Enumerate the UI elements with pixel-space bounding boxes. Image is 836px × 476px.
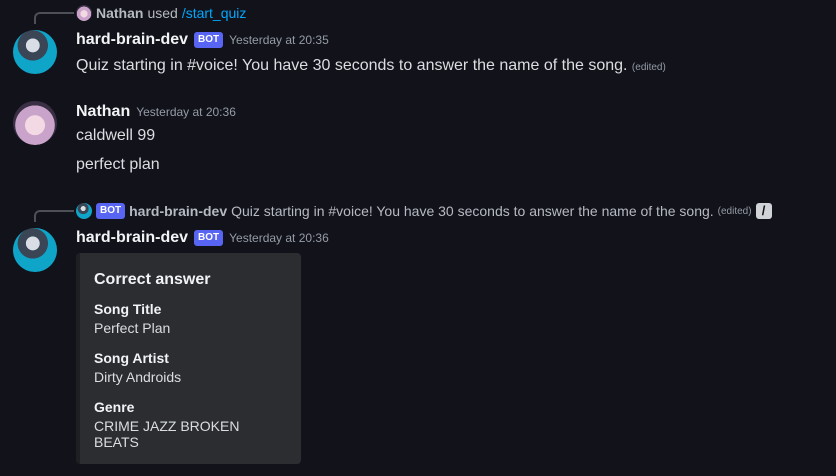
author-name[interactable]: hard-brain-dev bbox=[76, 229, 188, 247]
reply-preview[interactable]: Nathan used /start_quiz bbox=[76, 5, 246, 21]
field-value: Dirty Androids bbox=[94, 369, 182, 385]
field-name: Genre bbox=[94, 399, 135, 415]
embed: Correct answer Song Title Perfect Plan S… bbox=[76, 253, 301, 464]
timestamp: Yesterday at 20:36 bbox=[229, 231, 329, 245]
author-name[interactable]: Nathan bbox=[76, 103, 130, 121]
command-link[interactable]: /start_quiz bbox=[182, 5, 247, 21]
field-value: Perfect Plan bbox=[94, 320, 171, 336]
edited-label: (edited) bbox=[717, 205, 752, 217]
reply-spine bbox=[34, 12, 74, 24]
reply-text: Quiz starting in #voice! You have 30 sec… bbox=[231, 203, 714, 219]
bot-badge: BOT bbox=[194, 32, 224, 48]
slash-command-icon: / bbox=[755, 203, 772, 219]
avatar[interactable] bbox=[13, 101, 57, 145]
reply-author[interactable]: Nathan bbox=[96, 5, 143, 21]
message-content: Quiz starting in #voice! You have 30 sec… bbox=[76, 57, 666, 75]
reply-used: used bbox=[147, 5, 178, 21]
timestamp: Yesterday at 20:35 bbox=[229, 33, 329, 47]
avatar bbox=[76, 5, 92, 21]
message-text: perfect plan bbox=[76, 156, 160, 173]
timestamp: Yesterday at 20:36 bbox=[136, 105, 236, 119]
field-value: CRIME JAZZ BROKEN BEATS bbox=[94, 418, 240, 450]
message-text: Quiz starting in #voice! You have 30 sec… bbox=[76, 57, 628, 74]
bot-badge: BOT bbox=[96, 203, 126, 219]
reply-preview[interactable]: BOT hard-brain-dev Quiz starting in #voi… bbox=[76, 203, 772, 219]
avatar[interactable] bbox=[13, 228, 57, 272]
author-name[interactable]: hard-brain-dev bbox=[76, 31, 188, 49]
bot-badge: BOT bbox=[194, 230, 224, 246]
avatar[interactable] bbox=[13, 30, 57, 74]
embed-title: Correct answer bbox=[94, 271, 211, 288]
field-name: Song Title bbox=[94, 301, 162, 317]
field-name: Song Artist bbox=[94, 350, 169, 366]
reply-author[interactable]: hard-brain-dev bbox=[129, 203, 227, 219]
edited-label: (edited) bbox=[631, 62, 666, 73]
avatar bbox=[76, 203, 92, 219]
message-text: caldwell 99 bbox=[76, 127, 156, 144]
reply-spine bbox=[34, 210, 74, 222]
